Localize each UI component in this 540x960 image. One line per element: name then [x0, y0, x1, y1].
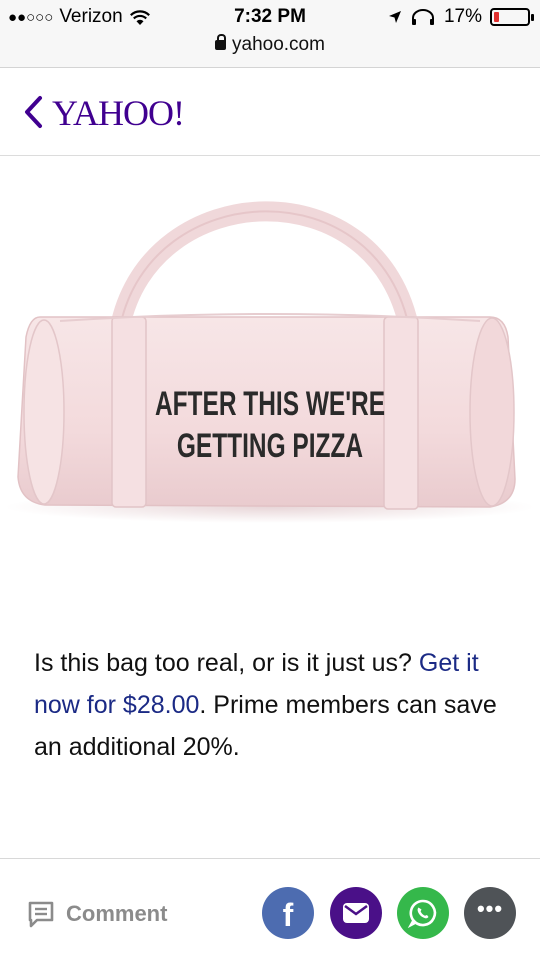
mail-share-button[interactable] [330, 887, 382, 939]
more-icon: ••• [476, 896, 504, 921]
whatsapp-share-button[interactable] [397, 887, 449, 939]
more-share-button[interactable]: ••• [464, 887, 516, 939]
address-bar[interactable]: yahoo.com [0, 34, 540, 56]
battery-level [494, 12, 499, 22]
facebook-share-button[interactable]: f [262, 887, 314, 939]
back-button[interactable] [16, 94, 50, 130]
site-header: YAHOO! [0, 68, 540, 156]
whatsapp-icon [407, 899, 437, 929]
chevron-left-icon [25, 96, 42, 128]
battery-icon [490, 8, 534, 26]
mail-icon [343, 903, 369, 923]
headphones-icon [411, 9, 434, 25]
comment-icon [28, 901, 54, 928]
comment-button[interactable]: Comment [26, 899, 167, 929]
share-bar: Comment f ••• [0, 858, 540, 960]
bag-text-line-2: GETTING PIZZA [177, 427, 363, 465]
duffel-bag-illustration: AFTER THIS WE'RE GETTING PIZZA [5, 201, 535, 523]
article-body: Is this bag too real, or is it just us? … [34, 642, 514, 768]
battery-percent: 17% [443, 6, 482, 27]
comment-label: Comment [66, 901, 168, 926]
facebook-icon: f [282, 897, 294, 933]
product-image: AFTER THIS WE'RE GETTING PIZZA [0, 157, 540, 557]
location-arrow-icon [388, 11, 401, 23]
url-text: yahoo.com [232, 34, 325, 55]
lock-icon [215, 34, 227, 50]
status-row: ●●○○○ Verizon 7:32 PM 17% [0, 6, 540, 32]
status-right: 17% [388, 6, 534, 28]
article-intro: Is this bag too real, or is it just us? [34, 649, 419, 677]
status-bar: ●●○○○ Verizon 7:32 PM 17% yahoo.com [0, 0, 540, 68]
yahoo-logo[interactable]: YAHOO! [52, 92, 185, 134]
bag-text-line-1: AFTER THIS WE'RE [155, 385, 385, 423]
